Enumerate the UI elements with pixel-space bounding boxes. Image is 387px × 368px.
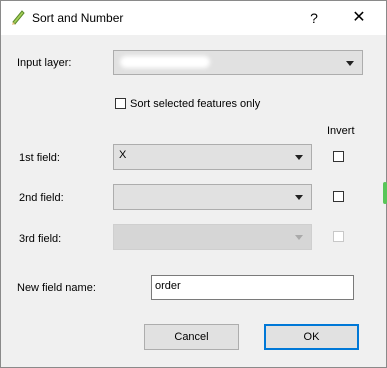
first-field-label: 1st field: [19,152,60,164]
window-title: Sort and Number [32,11,124,25]
app-pencil-icon [10,9,26,25]
third-field-label: 3rd field: [19,233,62,245]
background-window-edge [383,182,387,204]
redacted-layer-name [120,56,210,68]
close-button[interactable]: ✕ [345,6,373,30]
second-field-label: 2nd field: [19,192,64,204]
chevron-down-icon [295,155,303,160]
help-button[interactable]: ? [301,6,327,30]
first-field-combo[interactable]: X [113,144,312,170]
third-field-combo [113,224,312,250]
second-field-invert-checkbox[interactable] [333,191,344,202]
input-layer-label: Input layer: [17,57,72,69]
invert-header: Invert [327,125,355,137]
chevron-down-icon [295,235,303,240]
chevron-down-icon [346,61,354,66]
new-field-name-input[interactable] [151,275,354,300]
first-field-value: X [119,149,127,161]
title-bar: Sort and Number ? ✕ [1,1,386,35]
new-field-name-label: New field name: [17,282,96,294]
third-field-invert-checkbox [333,231,344,242]
new-field-name-text[interactable] [155,280,345,292]
ok-button[interactable]: OK [264,324,359,350]
sort-and-number-dialog: Sort and Number ? ✕ Input layer: Sort se… [0,0,387,368]
chevron-down-icon [295,195,303,200]
sort-selected-label: Sort selected features only [130,98,261,110]
second-field-combo[interactable] [113,184,312,210]
input-layer-combo[interactable] [113,50,363,75]
sort-selected-checkbox[interactable] [115,98,126,109]
first-field-invert-checkbox[interactable] [333,151,344,162]
cancel-button[interactable]: Cancel [144,324,239,350]
